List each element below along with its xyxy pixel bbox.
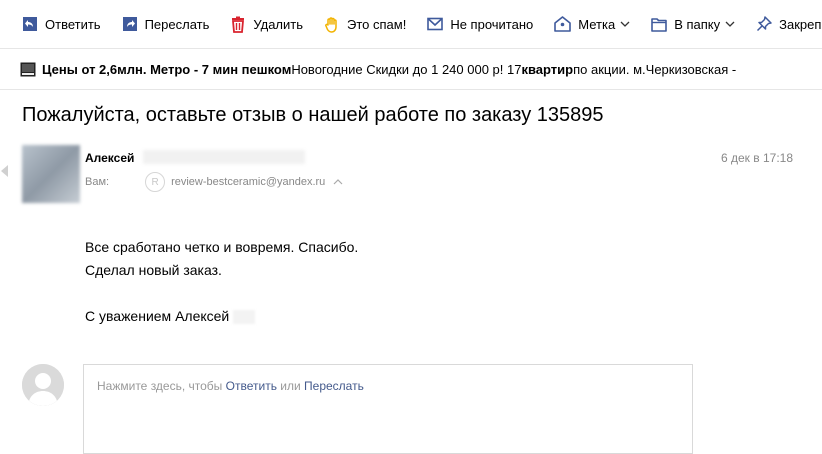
sender-badge-icon: R	[145, 172, 166, 192]
message-body: Все сработано четко и вовремя. Спасибо. …	[85, 236, 358, 328]
ad-headline: Цены от 2,6млн. Метро - 7 мин пешком	[42, 61, 292, 77]
reply-hint-or: или	[276, 379, 305, 393]
forward-label: Переслать	[144, 16, 210, 32]
ad-text-tail: по акции. м.Черкизовская -	[573, 61, 737, 77]
spam-button[interactable]: Это спам!	[324, 9, 413, 39]
sender-avatar	[22, 145, 80, 203]
mark-unread-label: Не прочитано	[450, 16, 534, 32]
move-to-folder-label: В папку	[674, 16, 721, 32]
mark-unread-button[interactable]: Не прочитано	[427, 9, 540, 39]
signature-line: С уважением Алексей	[85, 305, 358, 328]
trash-icon	[232, 16, 245, 33]
envelope-icon	[427, 17, 444, 31]
forward-icon	[122, 17, 137, 31]
quick-reply-hint: Нажмите здесь, чтобы Ответить или Пересл…	[97, 379, 364, 393]
move-to-folder-button[interactable]: В папку	[651, 9, 742, 39]
message-subject: Пожалуйста, оставьте отзыв о нашей работ…	[22, 104, 604, 126]
tag-icon	[554, 16, 572, 32]
ad-image-icon	[20, 62, 36, 76]
user-avatar	[22, 364, 64, 406]
chevron-down-icon	[620, 21, 630, 27]
ad-banner[interactable]: Цены от 2,6млн. Метро - 7 мин пешком Нов…	[0, 49, 822, 90]
quick-reply-box[interactable]: Нажмите здесь, чтобы Ответить или Пересл…	[83, 364, 693, 454]
reply-hint-prefix: Нажмите здесь, чтобы	[97, 379, 226, 393]
signature-surname-redacted	[233, 310, 256, 325]
delete-button[interactable]: Удалить	[230, 9, 310, 39]
folder-icon	[651, 17, 668, 32]
forward-button[interactable]: Переслать	[122, 9, 217, 39]
reply-button[interactable]: Ответить	[22, 9, 108, 39]
delete-label: Удалить	[253, 16, 304, 32]
user-silhouette-icon	[22, 364, 64, 406]
reply-label: Ответить	[45, 16, 101, 32]
sender-name[interactable]: Алексей	[85, 151, 134, 165]
signature-text: С уважением Алексей	[85, 308, 230, 324]
forward-link[interactable]: Переслать	[304, 379, 364, 393]
reply-link[interactable]: Ответить	[226, 379, 277, 393]
chevron-down-icon	[725, 21, 735, 27]
body-line: Все сработано четко и вовремя. Спасибо.	[85, 239, 359, 255]
ad-keyword: квартир	[521, 61, 574, 77]
message-toolbar: Ответить Переслать Удалить Это спам! Не …	[0, 0, 822, 49]
collapse-arrow-icon[interactable]	[0, 164, 8, 178]
pin-icon	[757, 16, 772, 32]
body-line: Сделал новый заказ.	[85, 262, 222, 278]
label-button[interactable]: Метка	[554, 9, 637, 39]
pin-button[interactable]: Закрепить	[756, 9, 822, 39]
sender-surname-redacted	[143, 150, 305, 164]
to-label: Вам:	[85, 176, 110, 188]
sender-address[interactable]: review-bestceramic@yandex.ru	[171, 176, 325, 188]
recipient-line: Вам: R review-bestceramic@yandex.ru	[85, 172, 343, 192]
spam-hand-icon	[325, 16, 337, 33]
label-label: Метка	[578, 16, 616, 32]
ad-text: Новогодние Скидки до 1 240 000 р! 17	[291, 61, 522, 77]
pin-label: Закрепить	[779, 16, 822, 32]
message-date: 6 дек в 17:18	[721, 151, 794, 165]
reply-icon	[23, 17, 37, 31]
spam-label: Это спам!	[347, 16, 407, 32]
chevron-up-icon[interactable]	[333, 179, 343, 185]
